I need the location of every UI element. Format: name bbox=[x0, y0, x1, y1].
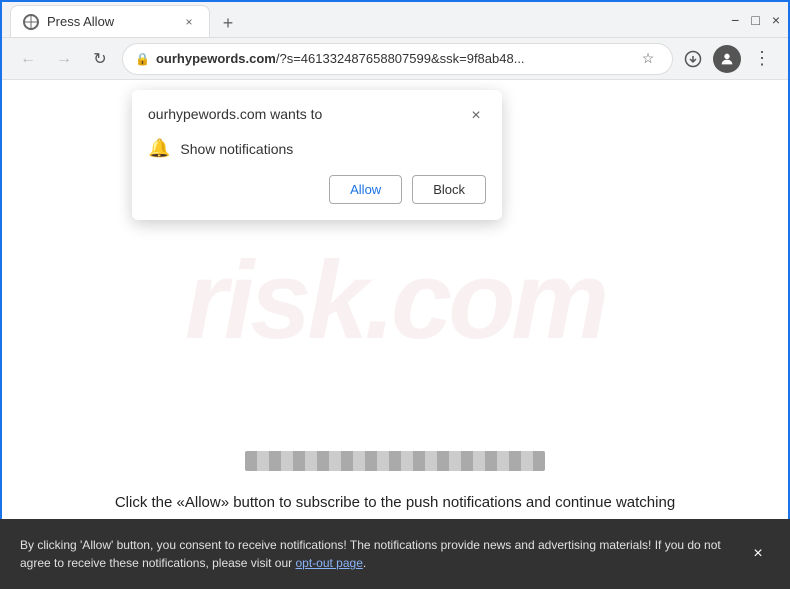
new-tab-button[interactable]: + bbox=[214, 9, 242, 37]
loading-bar-stripes bbox=[245, 451, 545, 471]
download-icon-area bbox=[681, 47, 705, 71]
window-close-button[interactable]: × bbox=[772, 12, 780, 28]
consent-text: By clicking 'Allow' button, you consent … bbox=[20, 536, 730, 572]
loading-bar bbox=[245, 451, 545, 471]
watermark-text: risk.com bbox=[185, 237, 605, 364]
maximize-button[interactable]: □ bbox=[751, 12, 759, 28]
block-button[interactable]: Block bbox=[412, 175, 486, 204]
minimize-button[interactable]: − bbox=[731, 12, 739, 28]
consent-bar: By clicking 'Allow' button, you consent … bbox=[0, 519, 790, 589]
dialog-title: ourhypewords.com wants to bbox=[148, 106, 322, 122]
nav-bar: ← → ↻ 🔒 ourhypewords.com/?s=461332487658… bbox=[2, 38, 788, 80]
lock-icon: 🔒 bbox=[135, 52, 150, 66]
star-button[interactable]: ☆ bbox=[636, 47, 660, 71]
back-button[interactable]: ← bbox=[14, 45, 42, 73]
forward-button[interactable]: → bbox=[50, 45, 78, 73]
tab-close-button[interactable]: × bbox=[181, 14, 197, 30]
bell-icon: 🔔 bbox=[148, 138, 170, 159]
consent-text-after: . bbox=[363, 556, 366, 570]
consent-text-before: By clicking 'Allow' button, you consent … bbox=[20, 538, 721, 570]
permission-row: 🔔 Show notifications bbox=[148, 138, 486, 159]
tab-area: Press Allow × + bbox=[10, 2, 715, 37]
reload-button[interactable]: ↻ bbox=[86, 45, 114, 73]
opt-out-link[interactable]: opt-out page bbox=[295, 556, 362, 570]
window-controls: − □ × bbox=[719, 12, 780, 28]
address-actions: ☆ bbox=[636, 47, 660, 71]
address-bar[interactable]: 🔒 ourhypewords.com/?s=461332487658807599… bbox=[122, 43, 673, 75]
address-text: ourhypewords.com/?s=461332487658807599&s… bbox=[156, 51, 630, 66]
active-tab[interactable]: Press Allow × bbox=[10, 5, 210, 37]
more-options-button[interactable]: ⋮ bbox=[749, 44, 776, 73]
tab-favicon bbox=[23, 14, 39, 30]
cta-text: Click the «Allow» button to subscribe to… bbox=[2, 494, 788, 511]
dialog-buttons: Allow Block bbox=[148, 175, 486, 204]
tab-title: Press Allow bbox=[47, 14, 173, 29]
page-content: risk.com ourhypewords.com wants to × 🔔 S… bbox=[2, 80, 788, 521]
download-button[interactable] bbox=[681, 47, 705, 71]
title-bar: Press Allow × + − □ × bbox=[2, 2, 788, 38]
permission-label: Show notifications bbox=[180, 141, 293, 157]
notification-dialog: ourhypewords.com wants to × 🔔 Show notif… bbox=[132, 90, 502, 220]
address-path: /?s=461332487658807599&ssk=9f8ab48... bbox=[276, 51, 525, 66]
address-domain: ourhypewords.com bbox=[156, 51, 276, 66]
dialog-header: ourhypewords.com wants to × bbox=[148, 106, 486, 126]
dialog-close-button[interactable]: × bbox=[466, 106, 486, 126]
consent-close-button[interactable]: × bbox=[746, 542, 770, 566]
profile-button[interactable] bbox=[713, 45, 741, 73]
allow-button[interactable]: Allow bbox=[329, 175, 402, 204]
